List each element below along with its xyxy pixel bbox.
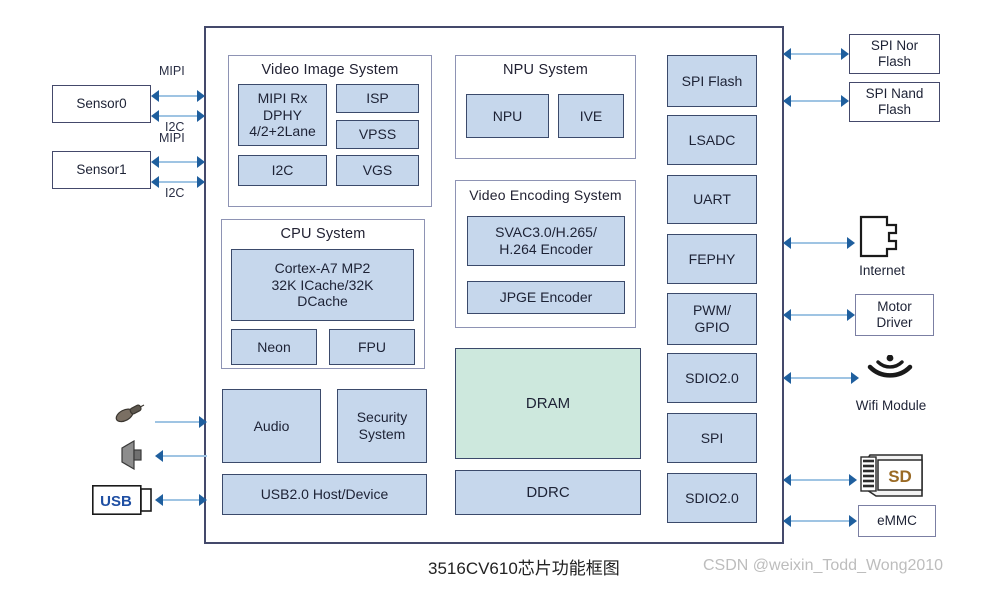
- block-security-system[interactable]: Security System: [337, 389, 427, 463]
- connector-audio-speaker-out: [155, 450, 207, 462]
- connector-sensor0-mipi: [151, 90, 205, 102]
- block-uart[interactable]: UART: [667, 175, 757, 224]
- connector-usb: [155, 494, 207, 506]
- device-sensor0[interactable]: Sensor0: [52, 85, 151, 123]
- block-svac-h265-h264-encoder[interactable]: SVAC3.0/H.265/ H.264 Encoder: [467, 216, 625, 266]
- block-vpss[interactable]: VPSS: [336, 120, 419, 149]
- bus-label-sensor1-mipi: MIPI: [159, 131, 185, 145]
- device-wifi-module-label: Wifi Module: [855, 398, 927, 413]
- connector-sdcard: [783, 474, 857, 486]
- block-neon[interactable]: Neon: [231, 329, 317, 365]
- block-audio[interactable]: Audio: [222, 389, 321, 463]
- block-mipi-rx-dphy[interactable]: MIPI Rx DPHY 4/2+2Lane: [238, 84, 327, 146]
- svg-text:SD: SD: [888, 467, 912, 486]
- block-cortex-a7[interactable]: Cortex-A7 MP2 32K ICache/32K DCache: [231, 249, 414, 321]
- device-spi-nor-flash[interactable]: SPI Nor Flash: [849, 34, 940, 74]
- connector-audio-mic-in: [155, 416, 207, 428]
- block-spi-flash[interactable]: SPI Flash: [667, 55, 757, 107]
- block-ddrc[interactable]: DDRC: [455, 470, 641, 515]
- block-i2c[interactable]: I2C: [238, 155, 327, 186]
- block-npu[interactable]: NPU: [466, 94, 549, 138]
- microphone-icon: [112, 400, 146, 426]
- block-diagram-canvas: Video Image System MIPI Rx DPHY 4/2+2Lan…: [0, 0, 1000, 600]
- group-title-video-encoding-system: Video Encoding System: [469, 187, 622, 203]
- speaker-icon: [118, 440, 148, 470]
- group-title-npu-system: NPU System: [503, 62, 588, 78]
- block-dram[interactable]: DRAM: [455, 348, 641, 459]
- block-pwm-gpio[interactable]: PWM/ GPIO: [667, 293, 757, 345]
- usb-connector-icon[interactable]: USB: [92, 485, 152, 515]
- diagram-caption: 3516CV610芯片功能框图: [428, 559, 620, 578]
- device-emmc[interactable]: eMMC: [858, 505, 936, 537]
- block-vgs[interactable]: VGS: [336, 155, 419, 186]
- block-isp[interactable]: ISP: [336, 84, 419, 113]
- wifi-icon: [862, 355, 918, 393]
- sdcard-icon[interactable]: SD: [856, 452, 930, 502]
- connector-wifi-module: [783, 372, 859, 384]
- watermark-text: CSDN @weixin_Todd_Wong2010: [703, 557, 944, 574]
- device-sensor1[interactable]: Sensor1: [52, 151, 151, 189]
- connector-sensor1-mipi: [151, 156, 205, 168]
- group-title-cpu-system: CPU System: [280, 226, 366, 242]
- connector-spi-nand-flash: [783, 95, 849, 107]
- connector-spi-nor-flash: [783, 48, 849, 60]
- block-fpu[interactable]: FPU: [329, 329, 415, 365]
- block-sdio20-wifi[interactable]: SDIO2.0: [667, 353, 757, 403]
- connector-internet: [783, 237, 855, 249]
- device-internet-label: Internet: [859, 263, 905, 278]
- block-usb20-host-device[interactable]: USB2.0 Host/Device: [222, 474, 427, 515]
- block-sdio20-sd[interactable]: SDIO2.0: [667, 473, 757, 523]
- block-spi[interactable]: SPI: [667, 413, 757, 463]
- bus-label-sensor1-i2c: I2C: [165, 186, 185, 200]
- rj45-icon: [857, 213, 903, 259]
- block-ive[interactable]: IVE: [558, 94, 624, 138]
- device-spi-nand-flash[interactable]: SPI Nand Flash: [849, 82, 940, 122]
- connector-emmc: [783, 515, 857, 527]
- connector-motor-driver: [783, 309, 855, 321]
- svg-text:USB: USB: [100, 493, 132, 510]
- block-fephy[interactable]: FEPHY: [667, 234, 757, 284]
- bus-label-sensor0-mipi: MIPI: [159, 64, 185, 78]
- device-motor-driver[interactable]: Motor Driver: [855, 294, 934, 336]
- group-title-video-image-system: Video Image System: [261, 62, 399, 78]
- block-lsadc[interactable]: LSADC: [667, 115, 757, 165]
- block-jpge-encoder[interactable]: JPGE Encoder: [467, 281, 625, 314]
